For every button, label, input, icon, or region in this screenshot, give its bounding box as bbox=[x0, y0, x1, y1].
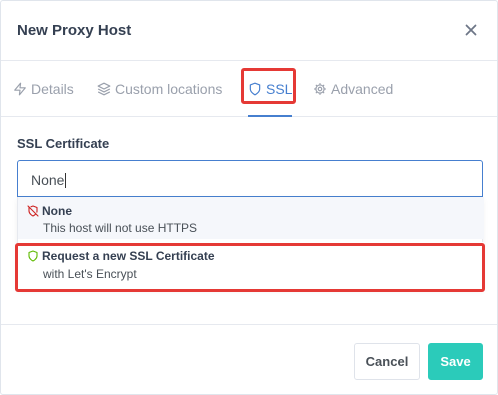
option-none-label: None bbox=[42, 204, 72, 218]
tab-ssl[interactable]: SSL bbox=[248, 61, 293, 117]
modal-title: New Proxy Host bbox=[17, 22, 132, 39]
close-icon[interactable] bbox=[461, 20, 481, 40]
tab-ssl-label: SSL bbox=[266, 80, 293, 97]
shield-icon bbox=[27, 250, 39, 262]
modal-header: New Proxy Host bbox=[1, 1, 497, 61]
cancel-button[interactable]: Cancel bbox=[354, 343, 420, 380]
shield-off-icon bbox=[27, 205, 39, 217]
option-request-description: with Let's Encrypt bbox=[43, 267, 137, 281]
gear-icon bbox=[313, 82, 327, 96]
tab-custom-locations-label: Custom locations bbox=[115, 80, 223, 97]
ssl-certificate-select[interactable]: None bbox=[17, 160, 483, 197]
ssl-certificate-select-value: None bbox=[31, 172, 67, 188]
layers-icon bbox=[97, 82, 111, 96]
option-none-description: This host will not use HTTPS bbox=[43, 221, 198, 235]
option-request-label: Request a new SSL Certificate bbox=[42, 249, 215, 263]
tab-details-label: Details bbox=[31, 80, 74, 97]
shield-icon bbox=[248, 82, 262, 96]
modal-footer: Cancel Save bbox=[1, 324, 497, 395]
select-value-text: None bbox=[31, 172, 65, 188]
option-none-title: None bbox=[27, 204, 72, 218]
ssl-certificate-dropdown: None This host will not use HTTPS Reques… bbox=[17, 197, 484, 289]
option-request-title: Request a new SSL Certificate bbox=[27, 249, 215, 263]
tab-details[interactable]: Details bbox=[13, 61, 74, 116]
tab-advanced[interactable]: Advanced bbox=[313, 61, 393, 116]
option-none[interactable]: None This host will not use HTTPS bbox=[18, 197, 484, 239]
tab-custom-locations[interactable]: Custom locations bbox=[97, 61, 222, 116]
ssl-certificate-label: SSL Certificate bbox=[17, 136, 110, 151]
text-caret bbox=[65, 173, 67, 188]
zap-icon bbox=[13, 82, 27, 96]
tab-bar: Details Custom locations SSL Advanced bbox=[1, 61, 497, 117]
option-request-new-certificate[interactable]: Request a new SSL Certificate with Let's… bbox=[18, 242, 484, 289]
tab-advanced-label: Advanced bbox=[331, 80, 394, 97]
new-proxy-host-modal: New Proxy Host Details Custom locations … bbox=[0, 0, 498, 395]
save-button[interactable]: Save bbox=[428, 343, 483, 380]
